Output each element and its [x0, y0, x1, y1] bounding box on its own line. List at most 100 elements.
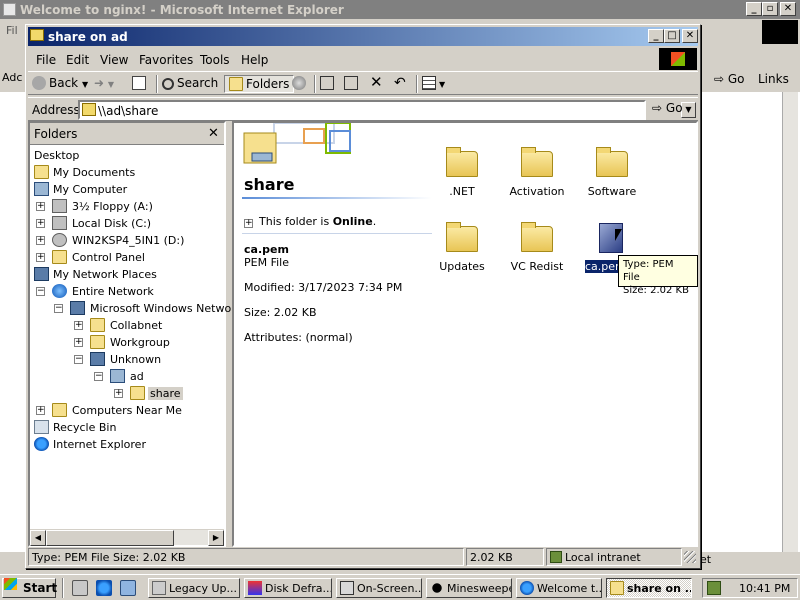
- selected-file-attributes: Attributes: (normal): [244, 331, 353, 344]
- up-button[interactable]: [132, 75, 149, 93]
- bg-restore-button[interactable]: ▫: [762, 2, 778, 16]
- webview-divider: [242, 233, 432, 234]
- undo-icon: ↶: [394, 75, 406, 91]
- menu-help[interactable]: Help: [241, 53, 268, 67]
- show-desktop-icon[interactable]: [72, 580, 88, 596]
- bg-minimize-button[interactable]: _: [746, 2, 762, 16]
- search-button[interactable]: Search: [162, 75, 218, 93]
- folder-item[interactable]: Software: [577, 147, 647, 207]
- menu-edit[interactable]: Edit: [66, 53, 89, 67]
- maximize-button[interactable]: □: [664, 29, 680, 43]
- bg-address-label: Adc: [2, 71, 23, 84]
- bg-go-button[interactable]: ⇨ Go: [708, 69, 752, 89]
- bg-menu-file[interactable]: Fil: [6, 24, 18, 37]
- scroll-right-icon[interactable]: ▶: [208, 530, 224, 546]
- status-size: 2.02 KB: [466, 548, 544, 566]
- folder-icon: [446, 222, 478, 252]
- expand-icon[interactable]: +: [36, 202, 45, 211]
- back-button[interactable]: Back ▼: [32, 75, 88, 93]
- online-status-row[interactable]: + This folder is Online.: [244, 215, 376, 228]
- copy-to-button[interactable]: [344, 75, 361, 93]
- quick-launch-outlook-icon[interactable]: [120, 580, 136, 596]
- shared-folder-icon: [130, 386, 145, 400]
- tree-label: Microsoft Windows Network: [90, 302, 243, 315]
- status-bar: Type: PEM File Size: 2.02 KB 2.02 KB Loc…: [28, 547, 698, 567]
- expand-status-icon[interactable]: +: [244, 219, 253, 228]
- close-button[interactable]: ✕: [682, 29, 698, 43]
- tree-label: My Documents: [53, 166, 136, 179]
- scrollbar-thumb[interactable]: [46, 530, 174, 546]
- expand-icon[interactable]: +: [36, 406, 45, 415]
- history-button[interactable]: [292, 75, 309, 93]
- collapse-icon[interactable]: −: [36, 287, 45, 296]
- expand-icon[interactable]: +: [36, 219, 45, 228]
- task-legacy-update[interactable]: Legacy Up...: [148, 578, 240, 598]
- task-welcome-nginx[interactable]: Welcome t...: [516, 578, 602, 598]
- menu-file[interactable]: File: [36, 53, 56, 67]
- address-input[interactable]: \\ad\share ▼: [78, 100, 696, 120]
- network-tray-icon[interactable]: [707, 581, 721, 595]
- clock[interactable]: 10:41 PM: [739, 582, 790, 595]
- share-folder-icon: [82, 103, 96, 116]
- expand-icon[interactable]: +: [74, 321, 83, 330]
- undo-button[interactable]: ↶: [394, 75, 406, 93]
- folder-label: .NET: [449, 185, 475, 198]
- toolbar-separator: [156, 75, 158, 93]
- collapse-icon[interactable]: −: [74, 355, 83, 364]
- move-to-button[interactable]: [320, 75, 337, 93]
- expand-icon[interactable]: +: [114, 389, 123, 398]
- bg-close-button[interactable]: ✕: [780, 2, 796, 16]
- search-icon: [162, 78, 174, 90]
- status-info: Type: PEM File Size: 2.02 KB: [28, 548, 464, 566]
- folder-item[interactable]: .NET: [427, 147, 497, 207]
- delete-button[interactable]: ✕: [370, 75, 383, 93]
- folders-horizontal-scrollbar[interactable]: ◀ ▶: [30, 529, 224, 546]
- tree-label: ad: [130, 370, 144, 383]
- menu-tools[interactable]: Tools: [200, 53, 230, 67]
- back-dropdown-icon[interactable]: ▼: [82, 80, 88, 89]
- tree-label: Recycle Bin: [53, 421, 117, 434]
- expand-icon[interactable]: +: [36, 236, 45, 245]
- mouse-cursor-icon: [615, 229, 622, 241]
- file-label: ca.pem: [584, 259, 622, 274]
- minimize-button[interactable]: _: [648, 29, 664, 43]
- quick-launch-ie-icon[interactable]: [96, 580, 112, 596]
- menu-bar: File Edit View Favorites Tools Help: [28, 47, 698, 69]
- expand-icon[interactable]: +: [36, 253, 45, 262]
- expand-icon[interactable]: +: [74, 338, 83, 347]
- tree-label: Desktop: [34, 149, 80, 162]
- forward-dropdown-icon[interactable]: ▼: [108, 80, 114, 89]
- address-label: Address: [32, 103, 80, 117]
- bg-windows-logo-icon: [762, 20, 798, 44]
- resize-grip-icon[interactable]: [684, 551, 696, 563]
- views-dropdown-icon[interactable]: ▼: [439, 80, 445, 89]
- folders-button[interactable]: Folders: [224, 75, 295, 93]
- menu-view[interactable]: View: [100, 53, 128, 67]
- bg-ie-scrollbar[interactable]: [782, 92, 798, 552]
- folder-item[interactable]: Activation: [502, 147, 572, 207]
- explorer-title-bar[interactable]: share on ad: [28, 27, 698, 46]
- go-button[interactable]: ⇨ Go: [652, 101, 696, 119]
- folder-label: Software: [587, 185, 637, 198]
- menu-favorites[interactable]: Favorites: [139, 53, 193, 67]
- bg-links-button[interactable]: Links: [752, 69, 798, 89]
- collapse-icon[interactable]: −: [54, 304, 63, 313]
- delete-icon: ✕: [370, 73, 383, 91]
- task-on-screen-keyboard[interactable]: On-Screen...: [336, 578, 422, 598]
- views-button[interactable]: ▼: [422, 75, 445, 93]
- background-ie-title[interactable]: Welcome to nginx! - Microsoft Internet E…: [0, 0, 800, 19]
- collapse-icon[interactable]: −: [94, 372, 103, 381]
- forward-button[interactable]: ➜ ▼: [94, 75, 114, 93]
- defrag-icon: [248, 581, 262, 595]
- task-share-on-ad[interactable]: share on ...: [606, 578, 692, 598]
- close-folders-pane-icon[interactable]: ✕: [208, 126, 219, 141]
- task-minesweeper[interactable]: Minesweeper: [426, 578, 512, 598]
- task-disk-defragmenter[interactable]: Disk Defra...: [244, 578, 332, 598]
- scroll-left-icon[interactable]: ◀: [30, 530, 46, 546]
- cd-drive-icon: [52, 233, 67, 247]
- online-suffix: .: [372, 215, 377, 228]
- folder-item[interactable]: Updates: [427, 222, 497, 282]
- folder-contents-pane: share + This folder is Online. ca.pem PEM…: [232, 121, 698, 547]
- folder-item[interactable]: VC Redist: [502, 222, 572, 282]
- webview-folder-title: share: [244, 175, 295, 194]
